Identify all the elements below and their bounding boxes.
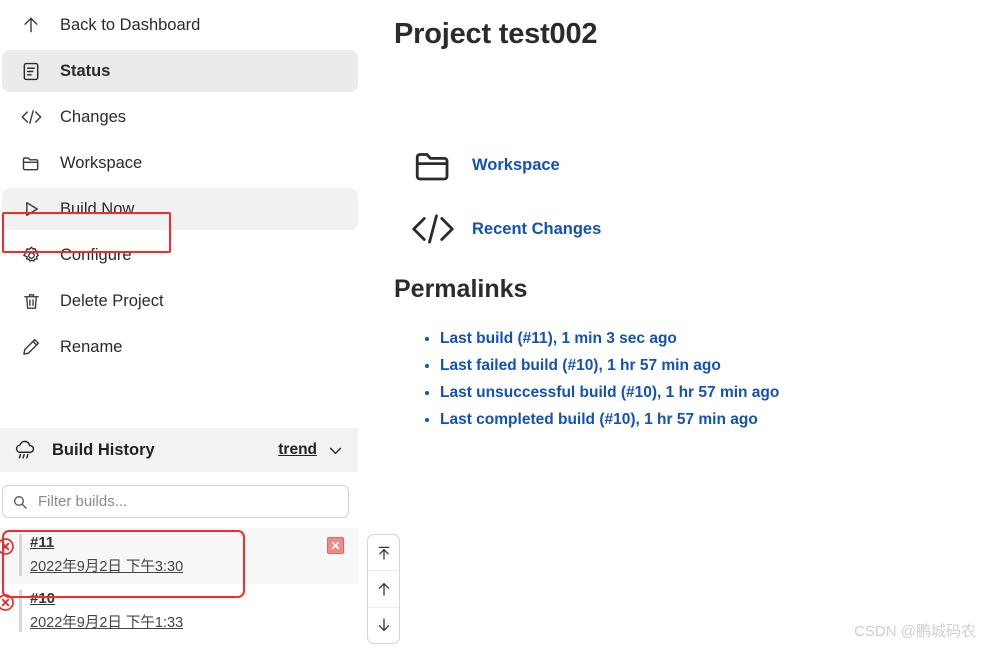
build-history-trend-link[interactable]: trend: [278, 441, 317, 459]
gear-icon: [16, 242, 46, 268]
quick-links: Workspace Recent Changes: [394, 133, 988, 261]
code-icon: [16, 104, 46, 130]
cancel-build-button[interactable]: [327, 537, 344, 554]
build-timestamp-link[interactable]: 2022年9月2日 下午1:33: [30, 611, 358, 632]
permalinks-list: Last build (#11), 1 min 3 sec ago Last f…: [394, 330, 988, 429]
main-content: Project test002 Workspace Recent Changes…: [394, 0, 988, 657]
permalink-link[interactable]: Last failed build (#10), 1 hr 57 min ago: [440, 357, 721, 374]
build-timestamp-link[interactable]: 2022年9月2日 下午3:30: [30, 555, 358, 576]
sidebar-item-workspace[interactable]: Workspace: [2, 142, 358, 184]
folder-icon: [16, 150, 46, 176]
build-list-item[interactable]: #10 2022年9月2日 下午1:33: [0, 584, 358, 640]
permalink-item[interactable]: Last completed build (#10), 1 hr 57 min …: [440, 411, 988, 429]
sidebar-item-delete-project[interactable]: Delete Project: [2, 280, 358, 322]
quick-link-workspace[interactable]: Workspace: [394, 133, 988, 197]
filter-builds-input[interactable]: [36, 492, 316, 511]
sidebar-item-status[interactable]: Status: [2, 50, 358, 92]
trash-icon: [16, 288, 46, 314]
play-icon: [16, 196, 46, 222]
document-icon: [16, 58, 46, 84]
sidebar-item-label: Build Now: [60, 199, 135, 218]
quick-link-recent-changes[interactable]: Recent Changes: [394, 197, 988, 261]
build-history-title: Build History: [52, 440, 155, 459]
build-history-header: Build History trend: [0, 428, 358, 472]
weather-cloud-icon: [10, 439, 40, 461]
sidebar-item-label: Configure: [60, 245, 132, 264]
permalink-item[interactable]: Last build (#11), 1 min 3 sec ago: [440, 330, 988, 348]
permalinks-heading: Permalinks: [394, 275, 528, 303]
watermark: CSDN @鹏城码农: [854, 623, 976, 640]
sidebar-item-changes[interactable]: Changes: [2, 96, 358, 138]
jenkins-project-page: Back to Dashboard Status Changes Workspa…: [0, 0, 988, 657]
build-history-list: #11 2022年9月2日 下午3:30 #10 2022年9月2日 下午1:3…: [0, 528, 358, 640]
pencil-icon: [16, 334, 46, 360]
sidebar-item-label: Workspace: [60, 153, 143, 172]
sidebar-item-label: Back to Dashboard: [60, 15, 201, 34]
permalink-link[interactable]: Last build (#11), 1 min 3 sec ago: [440, 330, 677, 347]
permalink-item[interactable]: Last failed build (#10), 1 hr 57 min ago: [440, 357, 988, 375]
search-icon: [12, 494, 28, 510]
sidebar-item-label: Status: [60, 61, 111, 80]
folder-icon: [394, 144, 472, 186]
sidebar-item-build-now[interactable]: Build Now: [2, 188, 358, 230]
page-title: Project test002: [394, 18, 598, 50]
sidebar-item-configure[interactable]: Configure: [2, 234, 358, 276]
filter-builds-field[interactable]: [2, 485, 349, 518]
chevron-down-icon[interactable]: [327, 442, 344, 459]
permalink-link[interactable]: Last completed build (#10), 1 hr 57 min …: [440, 411, 758, 428]
sidebar-item-back-to-dashboard[interactable]: Back to Dashboard: [2, 4, 358, 46]
sidebar-item-label: Changes: [60, 107, 127, 126]
build-number-link[interactable]: #11: [30, 534, 54, 551]
sidebar-item-label: Rename: [60, 337, 123, 356]
sidebar: Back to Dashboard Status Changes Workspa…: [0, 0, 400, 657]
quick-link-label[interactable]: Workspace: [472, 156, 560, 175]
build-number-link[interactable]: #10: [30, 590, 55, 607]
code-icon: [394, 208, 472, 250]
sidebar-item-rename[interactable]: Rename: [2, 326, 358, 368]
quick-link-label[interactable]: Recent Changes: [472, 220, 601, 239]
sidebar-item-label: Delete Project: [60, 291, 164, 310]
arrow-up-icon: [16, 12, 46, 38]
permalink-item[interactable]: Last unsuccessful build (#10), 1 hr 57 m…: [440, 384, 988, 402]
permalink-link[interactable]: Last unsuccessful build (#10), 1 hr 57 m…: [440, 384, 779, 401]
build-list-item[interactable]: #11 2022年9月2日 下午3:30: [0, 528, 358, 584]
